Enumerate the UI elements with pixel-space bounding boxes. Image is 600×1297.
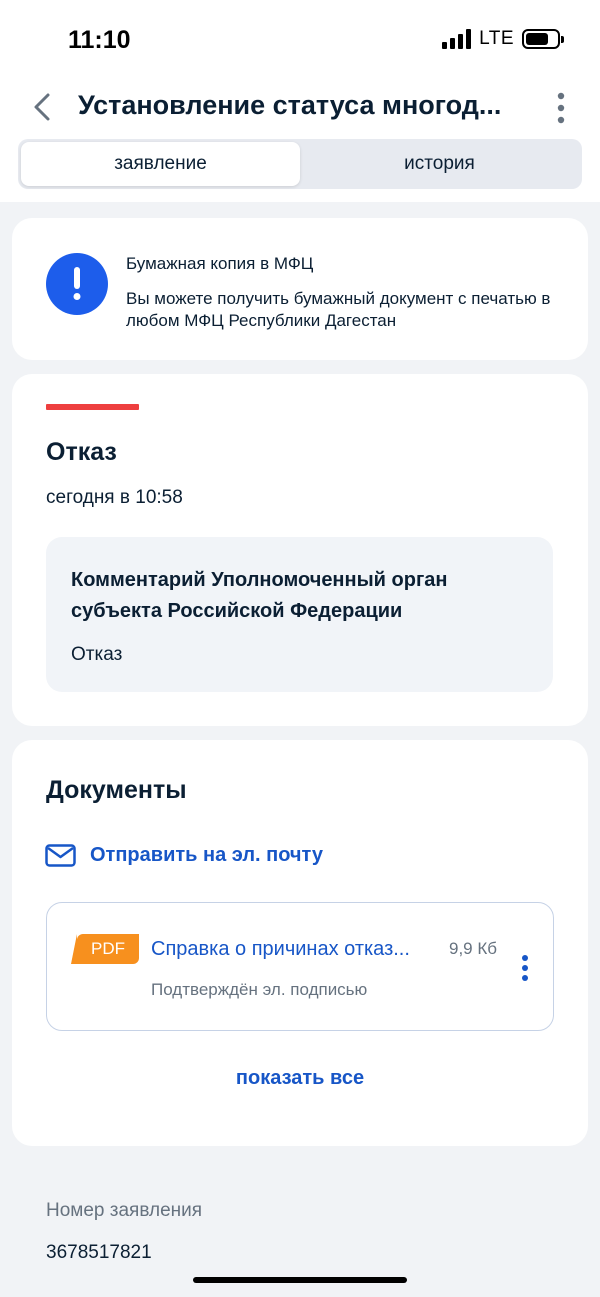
status-bar: 11:10 LTE (0, 0, 600, 80)
signal-icon (442, 29, 472, 49)
status-title: Отказ (46, 438, 117, 466)
status-card: Отказ сегодня в 10:58 Комментарий Уполно… (12, 374, 588, 726)
documents-card: Документы Отправить на эл. почту PDF Спр… (12, 740, 588, 1146)
application-number: 3678517821 (46, 1242, 152, 1263)
exclamation-icon (46, 253, 108, 315)
send-email-link[interactable]: Отправить на эл. почту (45, 844, 323, 867)
app-header: Установление статуса многод... (0, 80, 600, 136)
status-indicators: LTE (442, 28, 564, 50)
network-type: LTE (479, 28, 514, 49)
tab-application[interactable]: заявление (21, 142, 300, 186)
mfc-info-card: Бумажная копия в МФЦ Вы можете получить … (12, 218, 588, 360)
pdf-file-icon: PDF (71, 934, 139, 964)
document-item[interactable]: PDF Справка о причинах отказ... 9,9 Кб П… (46, 902, 554, 1031)
page-title: Установление статуса многод... (78, 90, 502, 120)
application-number-label: Номер заявления (46, 1200, 203, 1221)
status-indicator-bar (46, 404, 139, 410)
send-email-label: Отправить на эл. почту (90, 844, 323, 866)
home-indicator (193, 1277, 407, 1283)
comment-box: Комментарий Уполномоченный орган субъект… (46, 537, 553, 692)
document-name[interactable]: Справка о причинах отказ... (151, 938, 439, 961)
info-title: Бумажная копия в МФЦ (126, 254, 314, 273)
back-arrow-icon[interactable] (30, 90, 54, 124)
more-vertical-icon[interactable] (521, 954, 529, 982)
info-text: Вы можете получить бумажный документ с п… (126, 289, 551, 330)
status-timestamp: сегодня в 10:58 (46, 487, 183, 508)
document-signature-status: Подтверждён эл. подписью (151, 980, 368, 999)
battery-icon (522, 29, 564, 49)
comment-title: Комментарий Уполномоченный орган субъект… (71, 569, 448, 622)
envelope-icon (45, 844, 76, 867)
segmented-tabs: заявление история (18, 139, 582, 189)
status-time: 11:10 (68, 26, 131, 54)
more-vertical-icon[interactable] (556, 92, 566, 124)
comment-text: Отказ (71, 644, 123, 665)
document-size: 9,9 Кб (449, 939, 497, 958)
show-all-button[interactable]: показать все (12, 1067, 588, 1090)
tabs-container: заявление история (0, 136, 600, 202)
tab-history[interactable]: история (300, 142, 579, 186)
documents-title: Документы (46, 776, 187, 804)
